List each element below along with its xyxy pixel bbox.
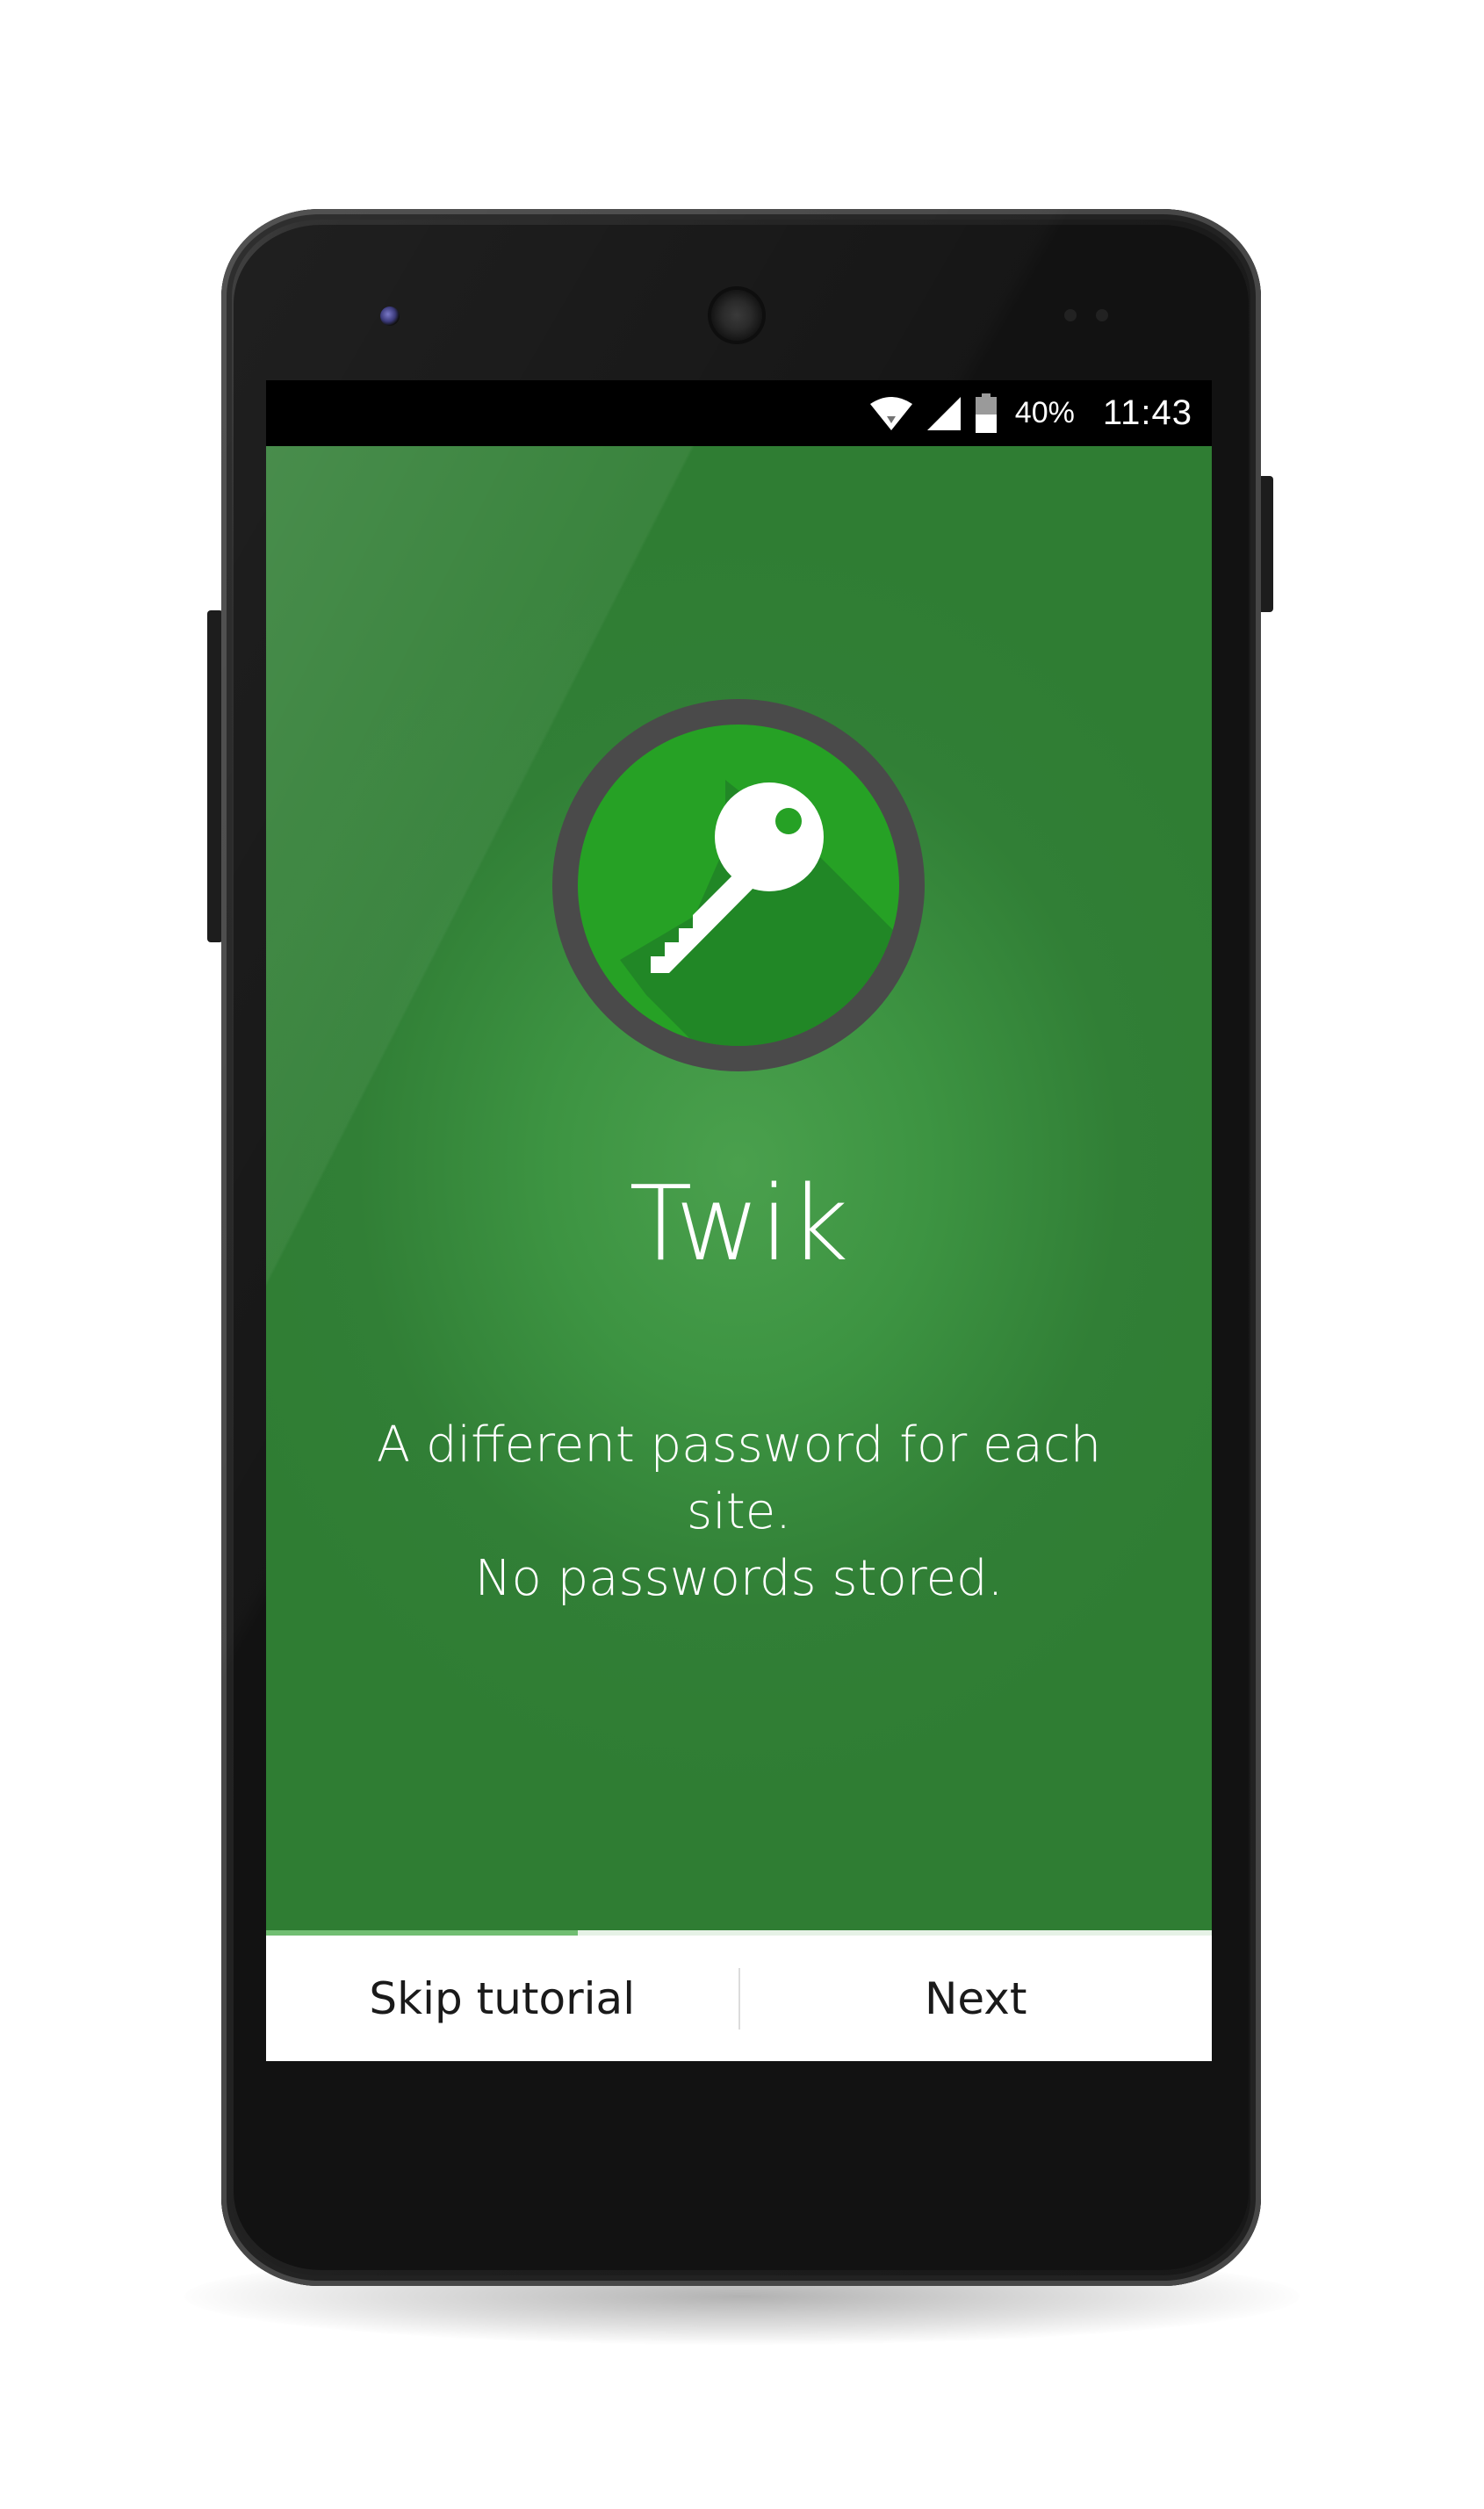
tagline: A different password for each site. No p… bbox=[371, 1412, 1106, 1612]
device-mockup: 40% 11:43 Twik A different password for … bbox=[0, 0, 1484, 2509]
clock: 11:43 bbox=[1102, 393, 1192, 432]
status-icons: 40% 11:43 bbox=[869, 380, 1192, 446]
bottom-navigation: Skip tutorial Next bbox=[266, 1936, 1212, 2061]
earpiece-speaker bbox=[711, 290, 762, 341]
skip-tutorial-button[interactable]: Skip tutorial bbox=[266, 1936, 738, 2061]
proximity-sensor bbox=[1064, 309, 1077, 321]
tagline-line-1: A different password for each bbox=[376, 1417, 1102, 1474]
battery-percent: 40% bbox=[1014, 396, 1075, 429]
app-logo bbox=[552, 699, 925, 1071]
signal-icon bbox=[926, 396, 961, 430]
screen: 40% 11:43 Twik A different password for … bbox=[266, 380, 1212, 2061]
status-bar: 40% 11:43 bbox=[266, 380, 1212, 446]
battery-icon bbox=[975, 393, 997, 433]
tagline-line-2: site. bbox=[687, 1483, 791, 1540]
wifi-icon bbox=[869, 396, 912, 430]
next-button[interactable]: Next bbox=[740, 1936, 1213, 2061]
app-screen: Twik A different password for each site.… bbox=[266, 446, 1212, 2061]
tagline-line-3: No passwords stored. bbox=[474, 1550, 1004, 1607]
light-sensor bbox=[1096, 309, 1108, 321]
tutorial-page: Twik A different password for each site.… bbox=[266, 446, 1212, 1930]
front-camera bbox=[380, 306, 400, 326]
app-title: Twik bbox=[629, 1163, 849, 1284]
